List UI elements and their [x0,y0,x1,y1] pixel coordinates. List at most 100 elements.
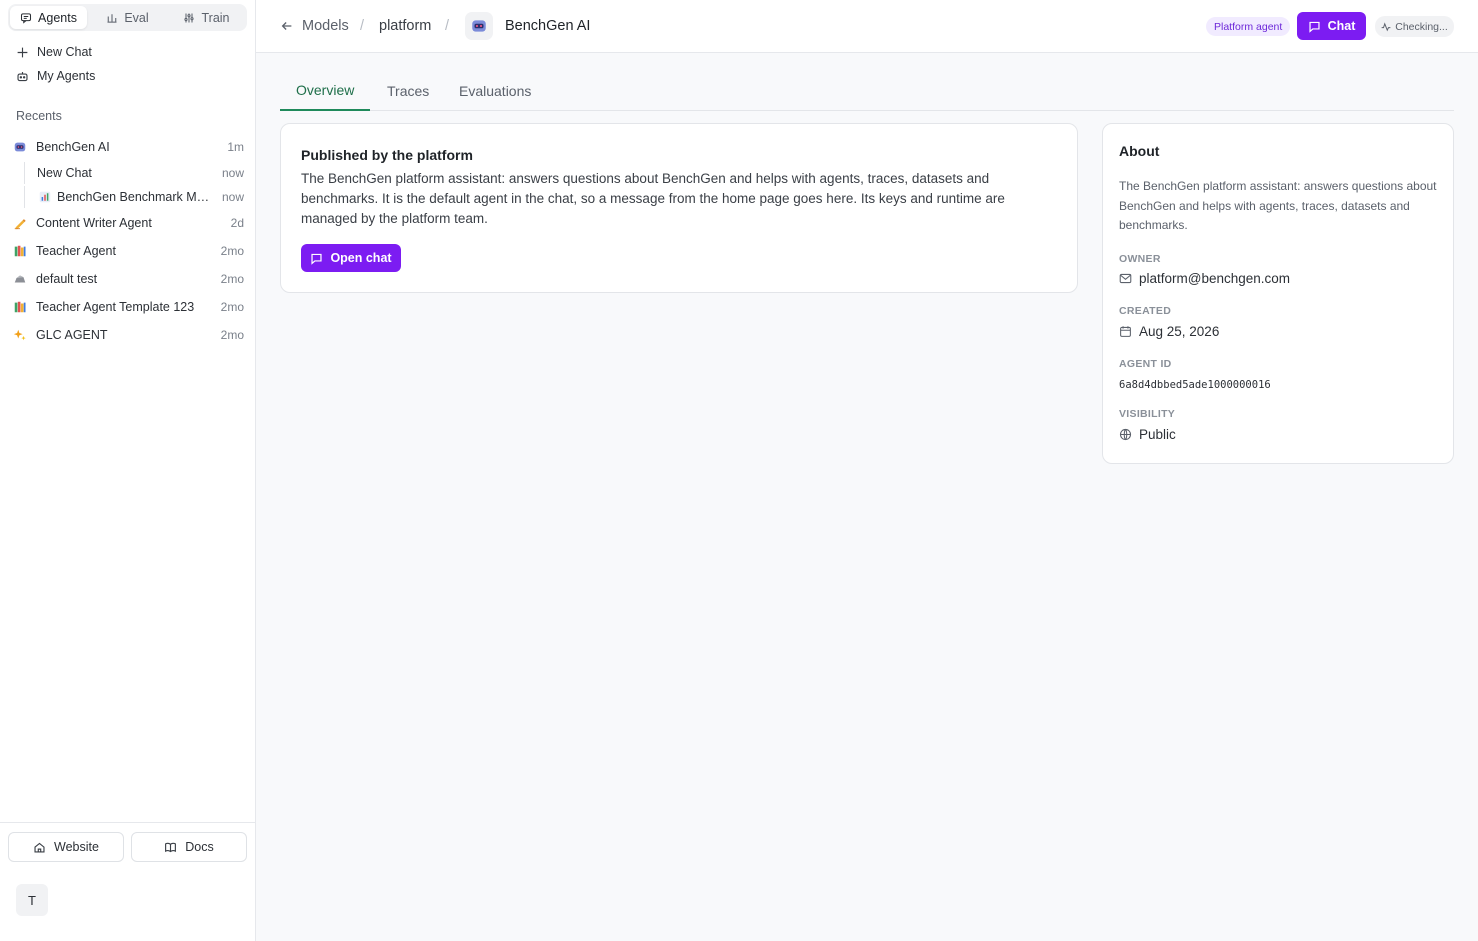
recent-item-time: 2mo [220,244,244,258]
chat-icon [21,12,32,24]
recent-item-time: now [221,166,244,180]
page-title: BenchGen AI [505,18,591,34]
recent-item-time: 1m [227,140,244,154]
breadcrumb-models-label: Models [302,18,349,34]
chat-button-label: Chat [1327,19,1356,33]
owner-value: platform@benchgen.com [1119,271,1290,286]
recent-item-label: GLC AGENT [36,328,108,342]
mode-agents-tab[interactable]: Agents [10,6,87,29]
top-header: Models / platform / BenchGen AI Platform… [256,0,1478,53]
published-title: Published by the platform [301,147,473,163]
visibility-text: Public [1139,427,1176,442]
agent-id-value: 6a8d4dbbed5ade1000000016 [1119,379,1271,391]
plus-icon [17,47,28,57]
recent-item-benchgen-ai[interactable]: BenchGen AI 1m [12,136,244,158]
mail-icon [1119,273,1132,284]
created-label: CREATED [1119,305,1172,317]
status-label: Checking... [1395,20,1448,33]
recent-item-time: 2d [230,216,244,230]
chat-button[interactable]: Chat [1297,12,1366,40]
recent-item-time: 2mo [220,272,244,286]
recent-item-label: BenchGen Benchmark Man... [57,190,216,204]
rock-icon [12,271,28,287]
tab-traces[interactable]: Traces [371,70,445,111]
mode-switch: Agents Eval Train [8,4,247,31]
open-chat-button[interactable]: Open chat [301,244,401,272]
recent-item-glc-agent[interactable]: GLC AGENT 2mo [12,324,244,346]
recent-child-benchmark[interactable]: BenchGen Benchmark Man... now [24,186,244,208]
arrow-left-icon [281,22,292,30]
website-label: Website [54,840,99,854]
recent-item-teacher-agent[interactable]: Teacher Agent 2mo [12,240,244,262]
recent-item-label: default test [36,272,98,286]
chat-icon [311,253,323,265]
book-icon [165,842,177,852]
recent-item-label: BenchGen AI [36,140,110,154]
tab-evaluations[interactable]: Evaluations [443,70,547,111]
recent-item-time: 2mo [220,300,244,314]
user-avatar[interactable]: T [16,884,48,916]
recent-item-default-test[interactable]: default test 2mo [12,268,244,290]
created-date: Aug 25, 2026 [1139,324,1220,339]
bar-chart-icon [37,189,53,205]
recents-title: Recents [16,109,62,123]
lab-icon [107,13,117,23]
sidebar: Agents Eval Train New Chat My Agents Rec… [0,0,256,941]
sliders-icon [184,13,195,22]
sidebar-footer-divider [0,822,255,823]
published-card: Published by the platform The BenchGen p… [280,123,1078,293]
my-agents-link[interactable]: My Agents [16,69,95,83]
writing-hand-icon [12,215,28,231]
docs-button[interactable]: Docs [131,832,247,862]
home-icon [34,842,45,853]
mode-train-label: Train [201,10,230,25]
chat-icon [1309,21,1320,33]
recent-item-content-writer[interactable]: Content Writer Agent 2d [12,212,244,234]
robot-icon [12,139,28,155]
agent-avatar [465,12,493,40]
recent-item-time: now [221,190,244,204]
mode-agents-label: Agents [38,10,77,25]
owner-label: OWNER [1119,253,1161,265]
about-card: About The BenchGen platform assistant: a… [1102,123,1454,464]
recent-item-time: 2mo [220,328,244,342]
globe-icon [1119,428,1132,441]
new-chat-label: New Chat [37,45,92,59]
sparkles-icon [12,327,28,343]
about-title: About [1119,143,1160,159]
recent-item-teacher-template[interactable]: Teacher Agent Template 123 2mo [12,296,244,318]
recent-item-label: Teacher Agent Template 123 [36,300,195,314]
books-icon [12,299,28,315]
breadcrumb-models[interactable]: Models [280,18,349,34]
recent-item-label: New Chat [37,166,92,180]
published-description: The BenchGen platform assistant: answers… [301,171,1005,226]
owner-email: platform@benchgen.com [1139,271,1291,286]
new-chat-link[interactable]: New Chat [16,45,92,59]
open-chat-label: Open chat [330,251,392,265]
breadcrumb-separator: / [445,18,450,34]
detail-tabs: Overview Traces Evaluations [280,70,1454,111]
robot-icon [472,20,486,32]
agent-id-label: AGENT ID [1119,358,1172,370]
status-badge: Checking... [1375,16,1454,37]
mode-train-tab[interactable]: Train [168,6,245,29]
books-icon [12,243,28,259]
breadcrumb-separator: / [360,18,365,34]
platform-agent-badge: Platform agent [1206,17,1291,36]
mode-eval-label: Eval [124,10,149,25]
breadcrumb-platform[interactable]: platform [379,18,431,34]
website-button[interactable]: Website [8,832,124,862]
visibility-label: VISIBILITY [1119,408,1176,420]
docs-label: Docs [185,840,214,854]
activity-icon [1381,21,1391,31]
about-description: The BenchGen platform assistant: answers… [1119,179,1437,232]
my-agents-label: My Agents [37,69,96,83]
calendar-icon [1120,326,1131,337]
mode-eval-tab[interactable]: Eval [89,6,166,29]
bot-icon [17,71,28,81]
visibility-value: Public [1119,427,1176,442]
recent-child-new-chat[interactable]: New Chat now [24,162,244,184]
recent-item-label: Teacher Agent [36,244,116,258]
recent-item-label: Content Writer Agent [36,216,152,230]
tab-overview[interactable]: Overview [280,70,371,111]
